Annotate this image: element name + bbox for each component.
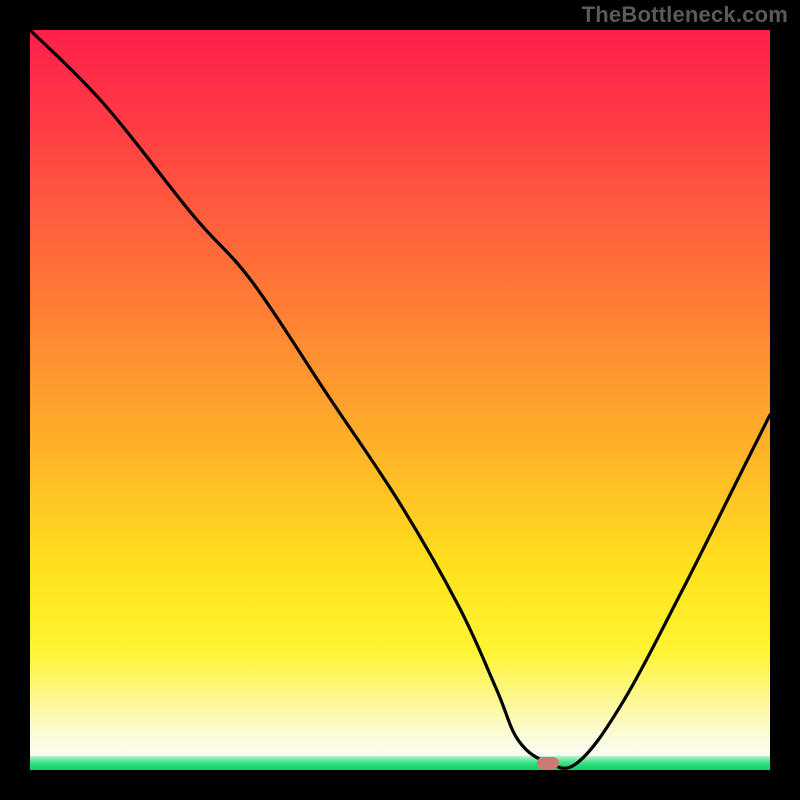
plot-area	[30, 30, 770, 770]
watermark-text: TheBottleneck.com	[582, 2, 788, 28]
optimal-marker	[537, 757, 559, 769]
chart-frame: TheBottleneck.com	[0, 0, 800, 800]
curve-svg	[30, 30, 770, 770]
bottleneck-curve-path	[30, 30, 770, 768]
